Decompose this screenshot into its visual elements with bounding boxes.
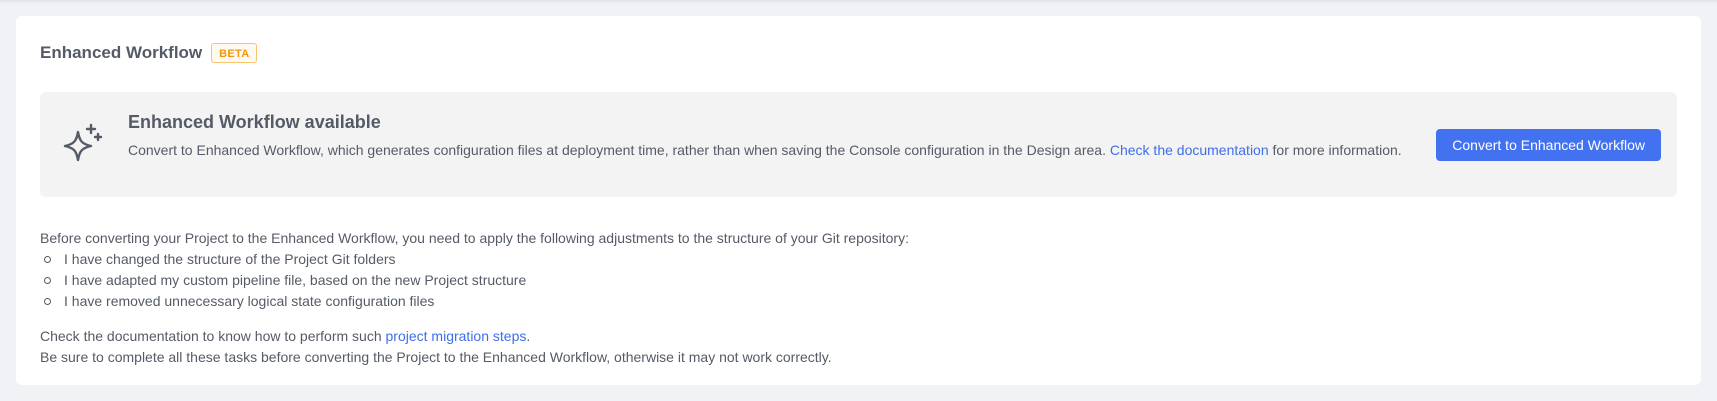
checklist-item: I have changed the structure of the Proj…	[44, 249, 1640, 270]
check-documentation-link[interactable]: Check the documentation	[1110, 142, 1269, 158]
banner-text: Enhanced Workflow available Convert to E…	[128, 110, 1408, 161]
project-migration-steps-link[interactable]: project migration steps	[386, 328, 527, 344]
checklist-item: I have removed unnecessary logical state…	[44, 291, 1640, 312]
bullet-icon	[44, 298, 51, 305]
enhanced-workflow-banner: Enhanced Workflow available Convert to E…	[40, 92, 1677, 197]
page-title: Enhanced Workflow	[40, 43, 203, 62]
beta-badge: BETA	[211, 43, 258, 63]
checklist-item-label: I have removed unnecessary logical state…	[64, 293, 435, 309]
instructions: Before converting your Project to the En…	[40, 228, 1640, 368]
banner-title: Enhanced Workflow available	[128, 112, 381, 132]
migration-doc-text: Check the documentation to know how to p…	[40, 326, 1640, 347]
warning-text: Be sure to complete all these tasks befo…	[40, 349, 832, 365]
banner-description-text: Convert to Enhanced Workflow, which gene…	[128, 142, 1110, 158]
bullet-icon	[44, 277, 51, 284]
bullet-icon	[44, 256, 51, 263]
top-shadow	[0, 0, 1717, 4]
checklist-item: I have adapted my custom pipeline file, …	[44, 270, 1640, 291]
checklist-item-label: I have changed the structure of the Proj…	[64, 251, 396, 267]
migration-doc-suffix: .	[526, 328, 531, 344]
sparkles-icon	[58, 122, 104, 168]
enhanced-workflow-card: Enhanced Workflow BETA Enhanced Workflow…	[16, 16, 1701, 385]
migration-doc-prefix: Check the documentation to know how to p…	[40, 328, 386, 344]
checklist: I have changed the structure of the Proj…	[40, 249, 1640, 312]
instructions-intro: Before converting your Project to the En…	[40, 230, 909, 246]
banner-description: Convert to Enhanced Workflow, which gene…	[128, 140, 1408, 161]
card-header: Enhanced Workflow BETA	[40, 41, 258, 65]
checklist-item-label: I have adapted my custom pipeline file, …	[64, 272, 527, 288]
banner-description-suffix: for more information.	[1268, 142, 1402, 158]
convert-to-enhanced-workflow-button[interactable]: Convert to Enhanced Workflow	[1436, 129, 1661, 161]
